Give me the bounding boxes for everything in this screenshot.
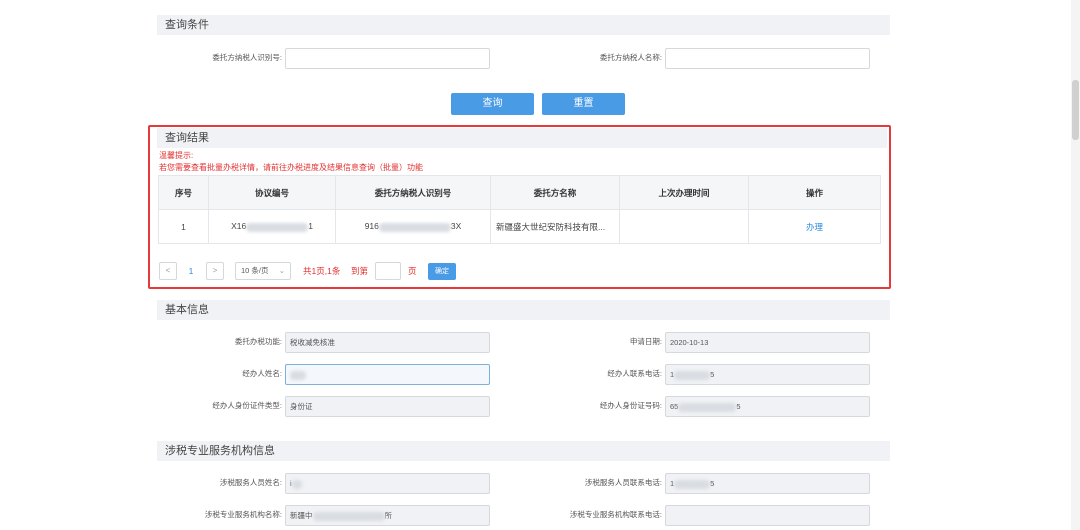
reset-button[interactable]: 重置 [542,93,625,115]
org-name-label: 涉税专业服务机构名称: [204,510,282,519]
id-number-suffix: 5 [736,402,741,411]
org-name-suffix: 所 [384,511,393,520]
id-number-label: 经办人身份证号码: [599,401,662,410]
staff-phone-label: 涉税服务人员联系电话: [584,478,662,487]
org-name-field: 新疆中 所 [285,505,490,526]
redacted-blur [291,479,302,489]
redacted-blur [674,479,711,489]
taxpayer-name-input[interactable] [665,48,870,69]
staff-name-label: 涉税服务人员姓名: [219,478,282,487]
id-type-field: 身份证 [285,396,490,417]
taxpayer-id-label: 委托方纳税人识别号: [212,53,282,62]
search-button[interactable]: 查询 [451,93,534,115]
redacted-blur [674,370,711,380]
taxpayer-name-label: 委托方纳税人名称: [599,53,662,62]
staff-phone-suffix: 5 [710,479,715,488]
agent-phone-suffix: 5 [710,370,715,379]
date-label: 申请日期: [629,337,662,346]
id-number-field: 65 5 [665,396,870,417]
scrollbar[interactable] [1071,0,1080,530]
staff-name-field: i [285,473,490,494]
id-number-prefix: 65 [670,402,679,411]
date-field: 2020-10-13 [665,332,870,353]
agent-phone-field: 15 [665,364,870,385]
org-name-prefix: 新疆中 [290,511,313,520]
org-phone-label: 涉税专业服务机构联系电话: [569,510,662,519]
staff-phone-field: 15 [665,473,870,494]
basic-section-title: 基本信息 [157,300,890,320]
agent-name-field[interactable] [285,364,490,385]
redacted-blur [312,511,385,521]
results-highlight-frame [148,125,891,289]
org-phone-field [665,505,870,526]
agent-phone-label: 经办人联系电话: [607,369,662,378]
id-type-label: 经办人身份证件类型: [212,401,282,410]
page: 查询条件 委托方纳税人识别号: 委托方纳税人名称: 查询 重置 查询结果 温馨提… [0,0,1080,530]
redacted-blur [678,402,737,412]
function-label: 委托办税功能: [234,337,282,346]
function-field: 税收减免核准 [285,332,490,353]
agency-section-title: 涉税专业服务机构信息 [157,441,890,461]
scrollbar-thumb[interactable] [1072,80,1079,140]
taxpayer-id-input[interactable] [285,48,490,69]
query-section-title: 查询条件 [157,15,890,35]
redacted-blur [290,370,306,380]
agent-name-label: 经办人姓名: [242,369,282,378]
